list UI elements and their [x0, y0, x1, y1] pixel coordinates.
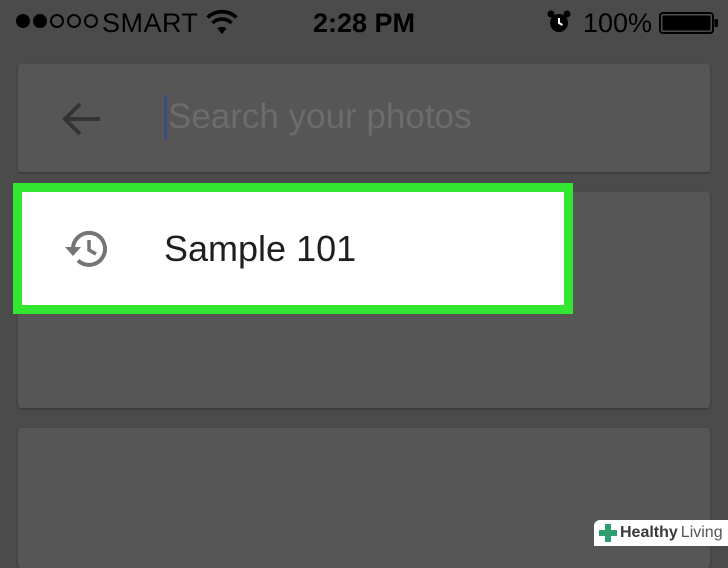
- plus-icon: [599, 524, 617, 542]
- watermark-brand-bold: Healthy: [620, 524, 678, 541]
- watermark: Healthy Living: [594, 520, 728, 546]
- search-input[interactable]: Search your photos: [168, 92, 688, 142]
- history-icon: [65, 230, 107, 267]
- battery-percent: 100%: [583, 8, 653, 38]
- content-card: [18, 428, 710, 568]
- watermark-brand-light: Living: [680, 524, 723, 541]
- arrow-left-icon[interactable]: [62, 102, 102, 136]
- suggestion-label: Sample 101: [164, 228, 357, 269]
- text-cursor: [164, 95, 167, 139]
- status-bar: SMART 2:28 PM 100%: [0, 0, 728, 46]
- suggestion-item-sample-101[interactable]: Sample 101: [13, 183, 573, 314]
- battery-icon: [659, 12, 718, 34]
- search-bar: Search your photos: [18, 64, 710, 172]
- alarm-clock-icon: [547, 10, 571, 32]
